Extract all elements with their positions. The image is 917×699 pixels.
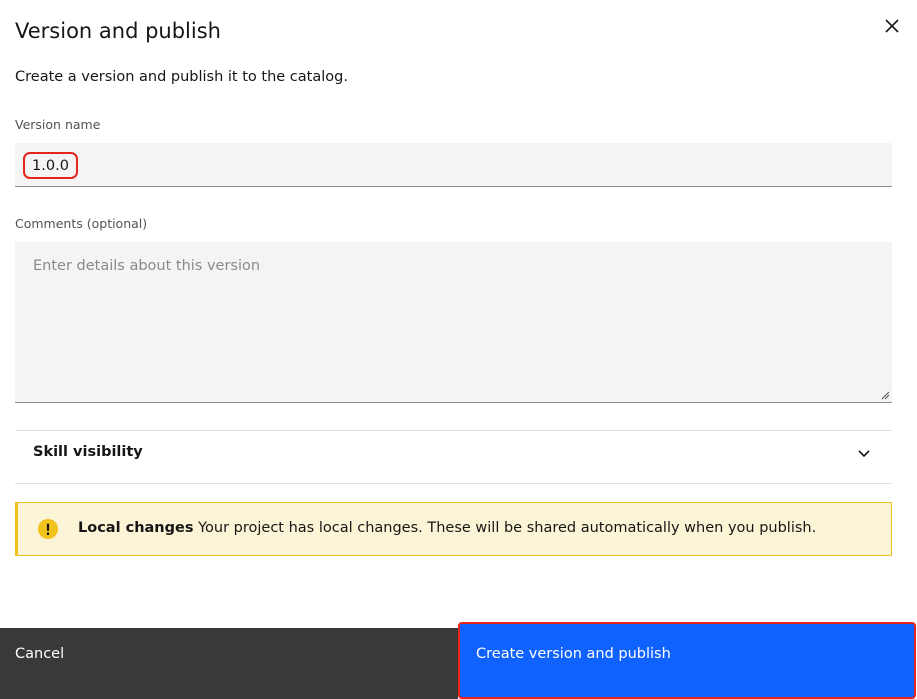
version-name-value[interactable]: 1.0.0 [23,152,78,179]
skill-visibility-title: Skill visibility [33,444,143,460]
create-version-and-publish-button[interactable]: Create version and publish [458,622,916,699]
primary-button-label: Create version and publish [476,645,671,662]
resize-handle-icon[interactable] [881,391,890,400]
dialog-subtitle: Create a version and publish it to the c… [15,69,348,85]
cancel-button[interactable]: Cancel [0,628,458,699]
notice-message: Your project has local changes. These wi… [198,520,817,536]
skill-visibility-accordion[interactable]: Skill visibility [15,430,892,484]
cancel-button-label: Cancel [15,645,65,662]
dialog-title: Version and publish [15,19,221,43]
version-name-label: Version name [15,117,101,132]
warning-icon [38,519,58,539]
comments-placeholder: Enter details about this version [33,258,261,274]
notice-title: Local changes [78,520,194,536]
close-button[interactable] [878,12,906,40]
close-icon [885,19,899,33]
local-changes-notification: Local changes Your project has local cha… [15,502,892,556]
notice-text: Local changes Your project has local cha… [78,520,816,536]
chevron-down-icon [858,450,870,458]
comments-label: Comments (optional) [15,216,148,231]
comments-textarea[interactable]: Enter details about this version [15,242,892,403]
version-name-input[interactable] [15,143,892,187]
